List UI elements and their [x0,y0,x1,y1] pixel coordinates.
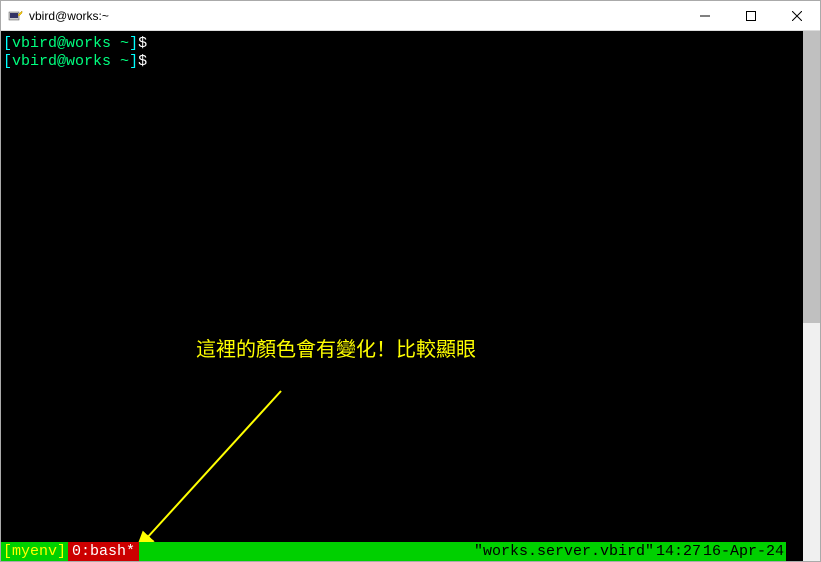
status-date: 16-Apr-24 [703,542,786,561]
terminal-area[interactable]: [vbird@works ~]$ [vbird@works ~]$ 這裡的顏色會… [1,31,820,561]
status-window: 0:bash* [68,542,139,561]
prompt-line: [vbird@works ~]$ [3,53,801,71]
terminal-content[interactable]: [vbird@works ~]$ [vbird@works ~]$ 這裡的顏色會… [1,31,803,561]
path: ~ [120,35,129,52]
titlebar: vbird@works:~ [1,1,820,31]
scroll-track[interactable] [803,323,820,562]
scrollbar[interactable] [803,31,820,561]
user-host: vbird@works [12,35,120,52]
close-button[interactable] [774,1,820,31]
user-host: vbird@works [12,53,120,70]
window-controls [682,1,820,31]
minimize-button[interactable] [682,1,728,31]
maximize-button[interactable] [728,1,774,31]
bracket-close: ] [129,35,138,52]
scroll-thumb[interactable] [803,31,820,323]
status-hostname: "works.server.vbird" [474,542,654,561]
annotation-arrow [121,361,301,561]
status-time: 14:27 [654,542,703,561]
bracket-open: [ [3,35,12,52]
tmux-status-bar: [myenv] 0:bash* "works.server.vbird" 14:… [1,542,786,561]
prompt-line: [vbird@works ~]$ [3,35,801,53]
bracket-open: [ [3,53,12,70]
annotation-text: 這裡的顏色會有變化！比較顯眼 [196,338,476,362]
prompt-symbol: $ [138,35,147,52]
status-session: [myenv] [1,542,68,561]
app-icon [7,8,23,24]
bracket-close: ] [129,53,138,70]
window-title: vbird@works:~ [29,9,682,23]
putty-window: vbird@works:~ [vbird@works ~]$ [vbird@wo… [0,0,821,562]
path: ~ [120,53,129,70]
prompt-symbol: $ [138,53,147,70]
